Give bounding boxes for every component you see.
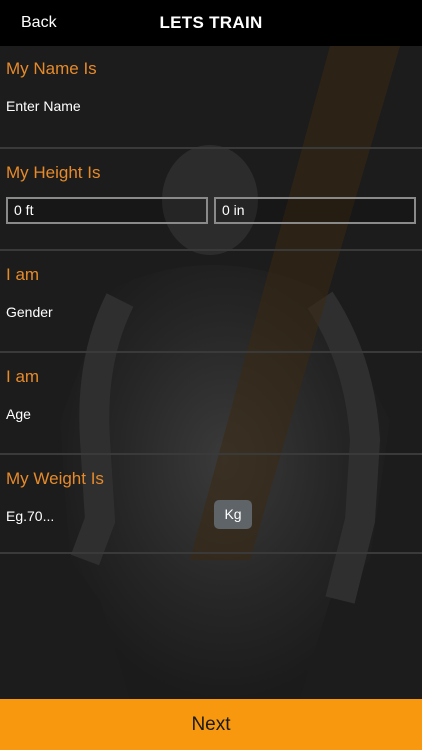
name-section: My Name Is Enter Name — [0, 46, 422, 149]
top-navbar: Back LETS TRAIN — [0, 0, 422, 46]
weight-section-title: My Weight Is — [6, 469, 104, 488]
name-section-title: My Name Is — [6, 59, 97, 78]
height-feet-input[interactable]: 0 ft — [6, 197, 208, 224]
weight-unit-button[interactable]: Kg — [214, 500, 252, 529]
gender-section-title: I am — [6, 265, 40, 284]
height-section-title: My Height Is — [6, 163, 101, 182]
name-input[interactable]: Enter Name — [6, 97, 406, 115]
height-section: My Height Is 0 ft 0 in — [0, 148, 422, 251]
weight-section: My Weight Is Eg.70... — [0, 454, 422, 554]
age-input[interactable]: Age — [6, 405, 406, 423]
age-section-title: I am — [6, 367, 40, 386]
divider — [0, 552, 422, 554]
gender-section: I am Gender — [0, 250, 422, 353]
app-screen: Back LETS TRAIN My Name Is Enter Name My… — [0, 0, 422, 750]
height-inches-input[interactable]: 0 in — [214, 197, 416, 224]
gender-input[interactable]: Gender — [6, 303, 406, 321]
weight-input[interactable]: Eg.70... — [6, 507, 206, 525]
next-button[interactable]: Next — [0, 699, 422, 750]
page-title: LETS TRAIN — [159, 13, 263, 32]
age-section: I am Age — [0, 352, 422, 455]
